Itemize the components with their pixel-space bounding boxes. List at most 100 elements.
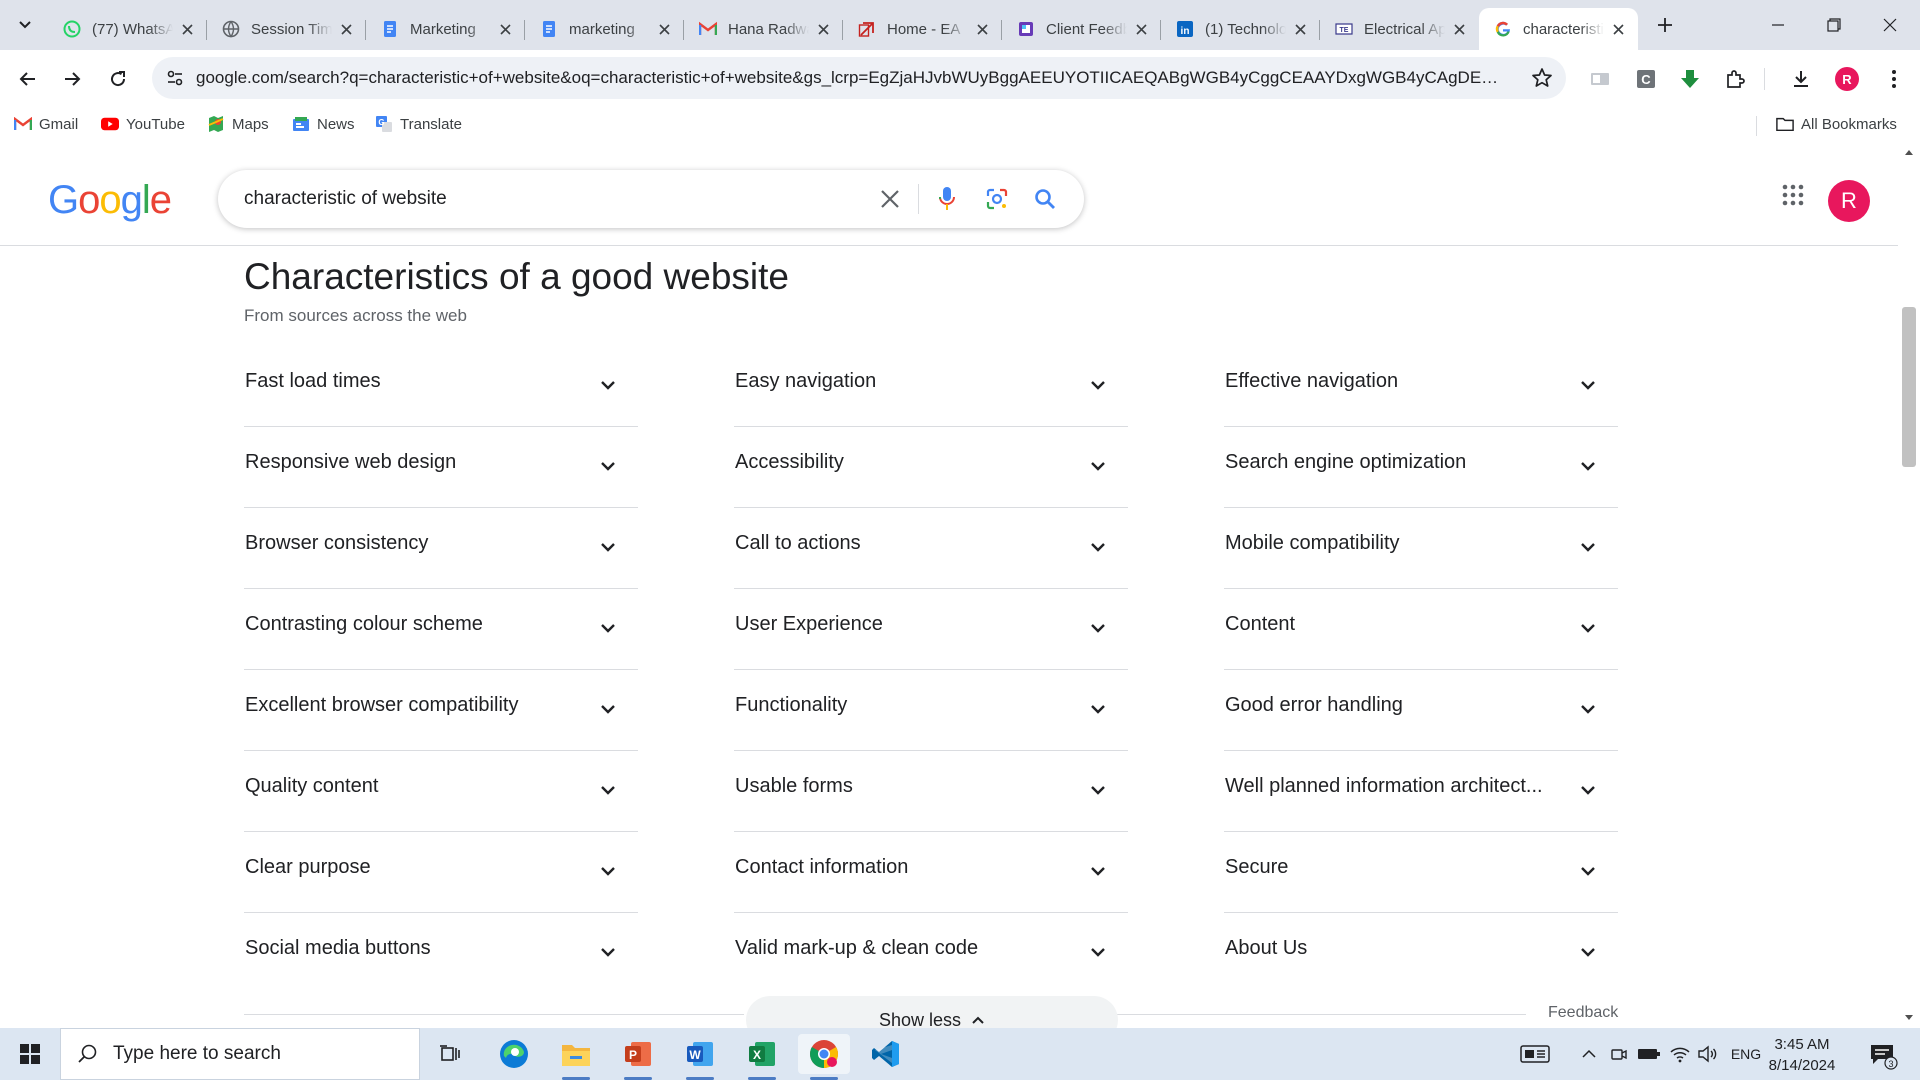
bookmark-youtube[interactable]: YouTube bbox=[101, 115, 185, 133]
scroll-up-arrow[interactable] bbox=[1898, 142, 1920, 162]
tray-keyboard-icon[interactable] bbox=[1518, 1042, 1552, 1066]
characteristic-item[interactable]: Clear purpose bbox=[244, 832, 638, 913]
close-tab-icon[interactable] bbox=[654, 19, 674, 39]
clear-search-button[interactable] bbox=[876, 185, 904, 213]
bookmark-gmail[interactable]: Gmail bbox=[14, 115, 78, 133]
characteristic-item[interactable]: Browser consistency bbox=[244, 508, 638, 589]
google-logo[interactable]: Google bbox=[48, 178, 172, 223]
browser-tab[interactable]: Home - EA bbox=[843, 8, 1002, 50]
tray-meet-icon[interactable] bbox=[1608, 1042, 1630, 1066]
close-tab-icon[interactable] bbox=[177, 19, 197, 39]
characteristic-item[interactable]: Responsive web design bbox=[244, 427, 638, 508]
chevron-down-icon[interactable] bbox=[596, 454, 620, 478]
browser-tab[interactable]: (77) WhatsApp bbox=[48, 8, 207, 50]
characteristic-item[interactable]: Effective navigation bbox=[1224, 346, 1618, 427]
chevron-down-icon[interactable] bbox=[596, 535, 620, 559]
chevron-down-icon[interactable] bbox=[1086, 697, 1110, 721]
url-text[interactable]: google.com/search?q=characteristic+of+we… bbox=[196, 68, 1506, 88]
new-tab-button[interactable] bbox=[1650, 10, 1680, 40]
lens-search-button[interactable] bbox=[982, 184, 1012, 214]
chevron-down-icon[interactable] bbox=[1086, 535, 1110, 559]
chevron-down-icon[interactable] bbox=[596, 373, 620, 397]
browser-tab[interactable]: Marketing bbox=[366, 8, 525, 50]
characteristic-item[interactable]: Excellent browser compatibility bbox=[244, 670, 638, 751]
chevron-down-icon[interactable] bbox=[1576, 697, 1600, 721]
browser-tab[interactable]: characteristic of website bbox=[1479, 8, 1638, 50]
taskbar-powerpoint[interactable]: P bbox=[612, 1034, 664, 1080]
close-tab-icon[interactable] bbox=[1449, 19, 1469, 39]
site-info-icon[interactable] bbox=[162, 65, 188, 91]
characteristic-item[interactable]: Content bbox=[1224, 589, 1618, 670]
characteristic-item[interactable]: User Experience bbox=[734, 589, 1128, 670]
chevron-down-icon[interactable] bbox=[596, 778, 620, 802]
wifi-icon[interactable] bbox=[1668, 1042, 1692, 1066]
characteristic-item[interactable]: Contact information bbox=[734, 832, 1128, 913]
characteristic-item[interactable]: Usable forms bbox=[734, 751, 1128, 832]
account-avatar[interactable]: R bbox=[1828, 180, 1870, 222]
chevron-down-icon[interactable] bbox=[1576, 616, 1600, 640]
chevron-down-icon[interactable] bbox=[1576, 535, 1600, 559]
feedback-link[interactable]: Feedback bbox=[1548, 1004, 1618, 1022]
chevron-down-icon[interactable] bbox=[1576, 454, 1600, 478]
start-button[interactable] bbox=[0, 1028, 60, 1080]
bookmark-translate[interactable]: G Translate bbox=[375, 115, 462, 133]
characteristic-item[interactable]: Secure bbox=[1224, 832, 1618, 913]
characteristic-item[interactable]: Fast load times bbox=[244, 346, 638, 427]
chevron-down-icon[interactable] bbox=[596, 859, 620, 883]
characteristic-item[interactable]: Functionality bbox=[734, 670, 1128, 751]
chevron-down-icon[interactable] bbox=[1086, 454, 1110, 478]
extension-cast-icon[interactable] bbox=[1586, 65, 1614, 93]
search-input[interactable]: characteristic of website bbox=[244, 188, 447, 210]
characteristic-item[interactable]: Contrasting colour scheme bbox=[244, 589, 638, 670]
scroll-down-arrow[interactable] bbox=[1898, 1008, 1920, 1028]
close-tab-icon[interactable] bbox=[1608, 19, 1628, 39]
taskbar-vscode[interactable] bbox=[860, 1034, 912, 1074]
taskbar-word[interactable]: W bbox=[674, 1034, 726, 1080]
bookmark-news[interactable]: News bbox=[292, 115, 355, 133]
downloads-icon[interactable] bbox=[1787, 65, 1815, 93]
chevron-down-icon[interactable] bbox=[1576, 859, 1600, 883]
search-button[interactable] bbox=[1030, 184, 1060, 214]
taskbar-search-box[interactable]: Type here to search bbox=[60, 1028, 420, 1080]
chevron-down-icon[interactable] bbox=[596, 616, 620, 640]
taskbar-file-explorer[interactable] bbox=[550, 1034, 602, 1080]
tab-search-button[interactable] bbox=[10, 10, 40, 40]
browser-tab[interactable]: Client Feedback bbox=[1002, 8, 1161, 50]
menu-kebab-icon[interactable] bbox=[1880, 65, 1908, 93]
browser-tab[interactable]: Session Timer bbox=[207, 8, 366, 50]
taskbar-chrome[interactable] bbox=[798, 1034, 850, 1080]
reload-button[interactable] bbox=[98, 59, 138, 99]
close-tab-icon[interactable] bbox=[495, 19, 515, 39]
extension-download-arrow-icon[interactable] bbox=[1676, 65, 1704, 93]
chevron-down-icon[interactable] bbox=[1086, 940, 1110, 964]
characteristic-item[interactable]: Well planned information architect... bbox=[1224, 751, 1618, 832]
search-box[interactable]: characteristic of website bbox=[218, 170, 1084, 228]
minimize-button[interactable] bbox=[1750, 0, 1806, 50]
voice-search-button[interactable] bbox=[932, 184, 962, 214]
all-bookmarks-button[interactable]: All Bookmarks bbox=[1776, 115, 1897, 133]
restore-button[interactable] bbox=[1806, 0, 1862, 50]
characteristic-item[interactable]: Easy navigation bbox=[734, 346, 1128, 427]
browser-tab[interactable]: marketing bbox=[525, 8, 684, 50]
taskbar-excel[interactable]: X bbox=[736, 1034, 788, 1080]
characteristic-item[interactable]: Call to actions bbox=[734, 508, 1128, 589]
browser-tab[interactable]: TE Electrical Appliances bbox=[1320, 8, 1479, 50]
browser-tab[interactable]: Hana Radwan bbox=[684, 8, 843, 50]
chevron-down-icon[interactable] bbox=[1576, 373, 1600, 397]
address-bar[interactable]: google.com/search?q=characteristic+of+we… bbox=[152, 57, 1566, 99]
close-tab-icon[interactable] bbox=[1131, 19, 1151, 39]
characteristic-item[interactable]: Mobile compatibility bbox=[1224, 508, 1618, 589]
characteristic-item[interactable]: Valid mark-up & clean code bbox=[734, 913, 1128, 994]
characteristic-item[interactable]: Social media buttons bbox=[244, 913, 638, 994]
characteristic-item[interactable]: Good error handling bbox=[1224, 670, 1618, 751]
taskbar-clock[interactable]: 3:45 AM 8/14/2024 bbox=[1752, 1034, 1852, 1076]
extensions-puzzle-icon[interactable] bbox=[1721, 65, 1749, 93]
close-tab-icon[interactable] bbox=[336, 19, 356, 39]
characteristic-item[interactable]: About Us bbox=[1224, 913, 1618, 994]
characteristic-item[interactable]: Accessibility bbox=[734, 427, 1128, 508]
chevron-down-icon[interactable] bbox=[1576, 778, 1600, 802]
back-button[interactable] bbox=[8, 59, 48, 99]
chevron-down-icon[interactable] bbox=[1086, 778, 1110, 802]
task-view-button[interactable] bbox=[424, 1034, 476, 1074]
extension-c-icon[interactable]: C bbox=[1632, 65, 1660, 93]
